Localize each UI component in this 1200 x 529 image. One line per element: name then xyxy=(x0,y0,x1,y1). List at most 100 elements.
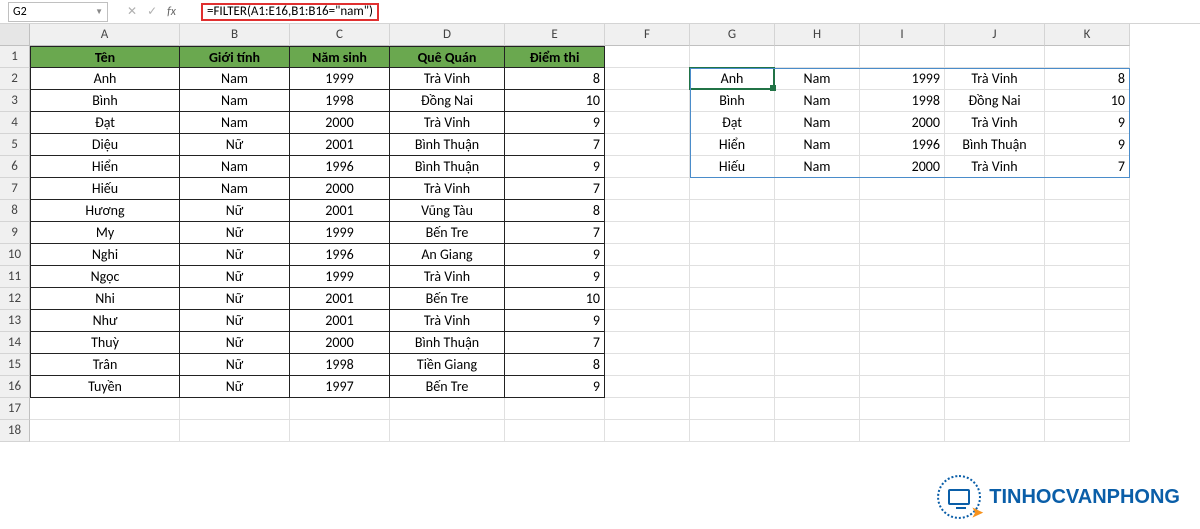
cell-J2[interactable]: Trà Vinh xyxy=(945,68,1045,90)
column-header-D[interactable]: D xyxy=(390,24,505,46)
cell-K3[interactable]: 10 xyxy=(1045,90,1130,112)
cell-I14[interactable] xyxy=(860,332,945,354)
column-header-C[interactable]: C xyxy=(290,24,390,46)
cell-G1[interactable] xyxy=(690,46,775,68)
cell-J11[interactable] xyxy=(945,266,1045,288)
cell-K11[interactable] xyxy=(1045,266,1130,288)
cell-D5[interactable]: Bình Thuận xyxy=(390,134,505,156)
cell-K6[interactable]: 7 xyxy=(1045,156,1130,178)
cell-I9[interactable] xyxy=(860,222,945,244)
column-header-J[interactable]: J xyxy=(945,24,1045,46)
column-header-G[interactable]: G xyxy=(690,24,775,46)
cell-H18[interactable] xyxy=(775,420,860,442)
cell-I4[interactable]: 2000 xyxy=(860,112,945,134)
cell-E4[interactable]: 9 xyxy=(505,112,605,134)
cell-D4[interactable]: Trà Vinh xyxy=(390,112,505,134)
cell-K16[interactable] xyxy=(1045,376,1130,398)
cell-I8[interactable] xyxy=(860,200,945,222)
cell-B3[interactable]: Nam xyxy=(180,90,290,112)
cell-A2[interactable]: Anh xyxy=(30,68,180,90)
cell-J15[interactable] xyxy=(945,354,1045,376)
row-header-4[interactable]: 4 xyxy=(0,112,30,134)
cell-E13[interactable]: 9 xyxy=(505,310,605,332)
cell-A4[interactable]: Đạt xyxy=(30,112,180,134)
cell-A5[interactable]: Diệu xyxy=(30,134,180,156)
cell-B9[interactable]: Nữ xyxy=(180,222,290,244)
cell-G16[interactable] xyxy=(690,376,775,398)
row-header-11[interactable]: 11 xyxy=(0,266,30,288)
cell-K15[interactable] xyxy=(1045,354,1130,376)
cell-C2[interactable]: 1999 xyxy=(290,68,390,90)
cell-D16[interactable]: Bến Tre xyxy=(390,376,505,398)
cell-E1[interactable]: Điểm thi xyxy=(505,46,605,68)
row-header-12[interactable]: 12 xyxy=(0,288,30,310)
cell-A3[interactable]: Bình xyxy=(30,90,180,112)
cell-F5[interactable] xyxy=(605,134,690,156)
cell-F16[interactable] xyxy=(605,376,690,398)
cell-D7[interactable]: Trà Vinh xyxy=(390,178,505,200)
cell-H11[interactable] xyxy=(775,266,860,288)
cell-F6[interactable] xyxy=(605,156,690,178)
cell-I6[interactable]: 2000 xyxy=(860,156,945,178)
cell-F17[interactable] xyxy=(605,398,690,420)
cell-K12[interactable] xyxy=(1045,288,1130,310)
cell-J5[interactable]: Bình Thuận xyxy=(945,134,1045,156)
cell-A11[interactable]: Ngọc xyxy=(30,266,180,288)
cell-D8[interactable]: Vũng Tàu xyxy=(390,200,505,222)
cell-C16[interactable]: 1997 xyxy=(290,376,390,398)
row-header-10[interactable]: 10 xyxy=(0,244,30,266)
cell-K14[interactable] xyxy=(1045,332,1130,354)
cell-E5[interactable]: 7 xyxy=(505,134,605,156)
cell-J3[interactable]: Đồng Nai xyxy=(945,90,1045,112)
row-header-5[interactable]: 5 xyxy=(0,134,30,156)
cell-H5[interactable]: Nam xyxy=(775,134,860,156)
cell-C3[interactable]: 1998 xyxy=(290,90,390,112)
cell-A17[interactable] xyxy=(30,398,180,420)
cell-H6[interactable]: Nam xyxy=(775,156,860,178)
cell-F3[interactable] xyxy=(605,90,690,112)
cell-D17[interactable] xyxy=(390,398,505,420)
cell-C10[interactable]: 1996 xyxy=(290,244,390,266)
row-header-7[interactable]: 7 xyxy=(0,178,30,200)
cell-B7[interactable]: Nam xyxy=(180,178,290,200)
cell-D10[interactable]: An Giang xyxy=(390,244,505,266)
row-header-8[interactable]: 8 xyxy=(0,200,30,222)
cell-G9[interactable] xyxy=(690,222,775,244)
cell-B10[interactable]: Nữ xyxy=(180,244,290,266)
cell-B11[interactable]: Nữ xyxy=(180,266,290,288)
cell-H15[interactable] xyxy=(775,354,860,376)
cell-F15[interactable] xyxy=(605,354,690,376)
cell-C15[interactable]: 1998 xyxy=(290,354,390,376)
cell-I17[interactable] xyxy=(860,398,945,420)
cell-K18[interactable] xyxy=(1045,420,1130,442)
cell-B15[interactable]: Nữ xyxy=(180,354,290,376)
cell-D14[interactable]: Bình Thuận xyxy=(390,332,505,354)
cell-G18[interactable] xyxy=(690,420,775,442)
row-header-15[interactable]: 15 xyxy=(0,354,30,376)
cell-E6[interactable]: 9 xyxy=(505,156,605,178)
cell-K5[interactable]: 9 xyxy=(1045,134,1130,156)
cell-C6[interactable]: 1996 xyxy=(290,156,390,178)
cell-E7[interactable]: 7 xyxy=(505,178,605,200)
cell-F4[interactable] xyxy=(605,112,690,134)
column-header-F[interactable]: F xyxy=(605,24,690,46)
cell-J16[interactable] xyxy=(945,376,1045,398)
cell-E8[interactable]: 8 xyxy=(505,200,605,222)
cell-C4[interactable]: 2000 xyxy=(290,112,390,134)
cell-K10[interactable] xyxy=(1045,244,1130,266)
cell-A18[interactable] xyxy=(30,420,180,442)
cell-H4[interactable]: Nam xyxy=(775,112,860,134)
formula-input[interactable]: =FILTER(A1:E16,B1:B16="nam") xyxy=(195,2,1192,22)
cell-I15[interactable] xyxy=(860,354,945,376)
cell-F1[interactable] xyxy=(605,46,690,68)
cell-E14[interactable]: 7 xyxy=(505,332,605,354)
cell-B14[interactable]: Nữ xyxy=(180,332,290,354)
cell-C7[interactable]: 2000 xyxy=(290,178,390,200)
cell-G2[interactable]: Anh xyxy=(690,68,775,90)
cell-J13[interactable] xyxy=(945,310,1045,332)
cell-K4[interactable]: 9 xyxy=(1045,112,1130,134)
cell-H3[interactable]: Nam xyxy=(775,90,860,112)
cell-E12[interactable]: 10 xyxy=(505,288,605,310)
column-header-B[interactable]: B xyxy=(180,24,290,46)
cell-D3[interactable]: Đồng Nai xyxy=(390,90,505,112)
